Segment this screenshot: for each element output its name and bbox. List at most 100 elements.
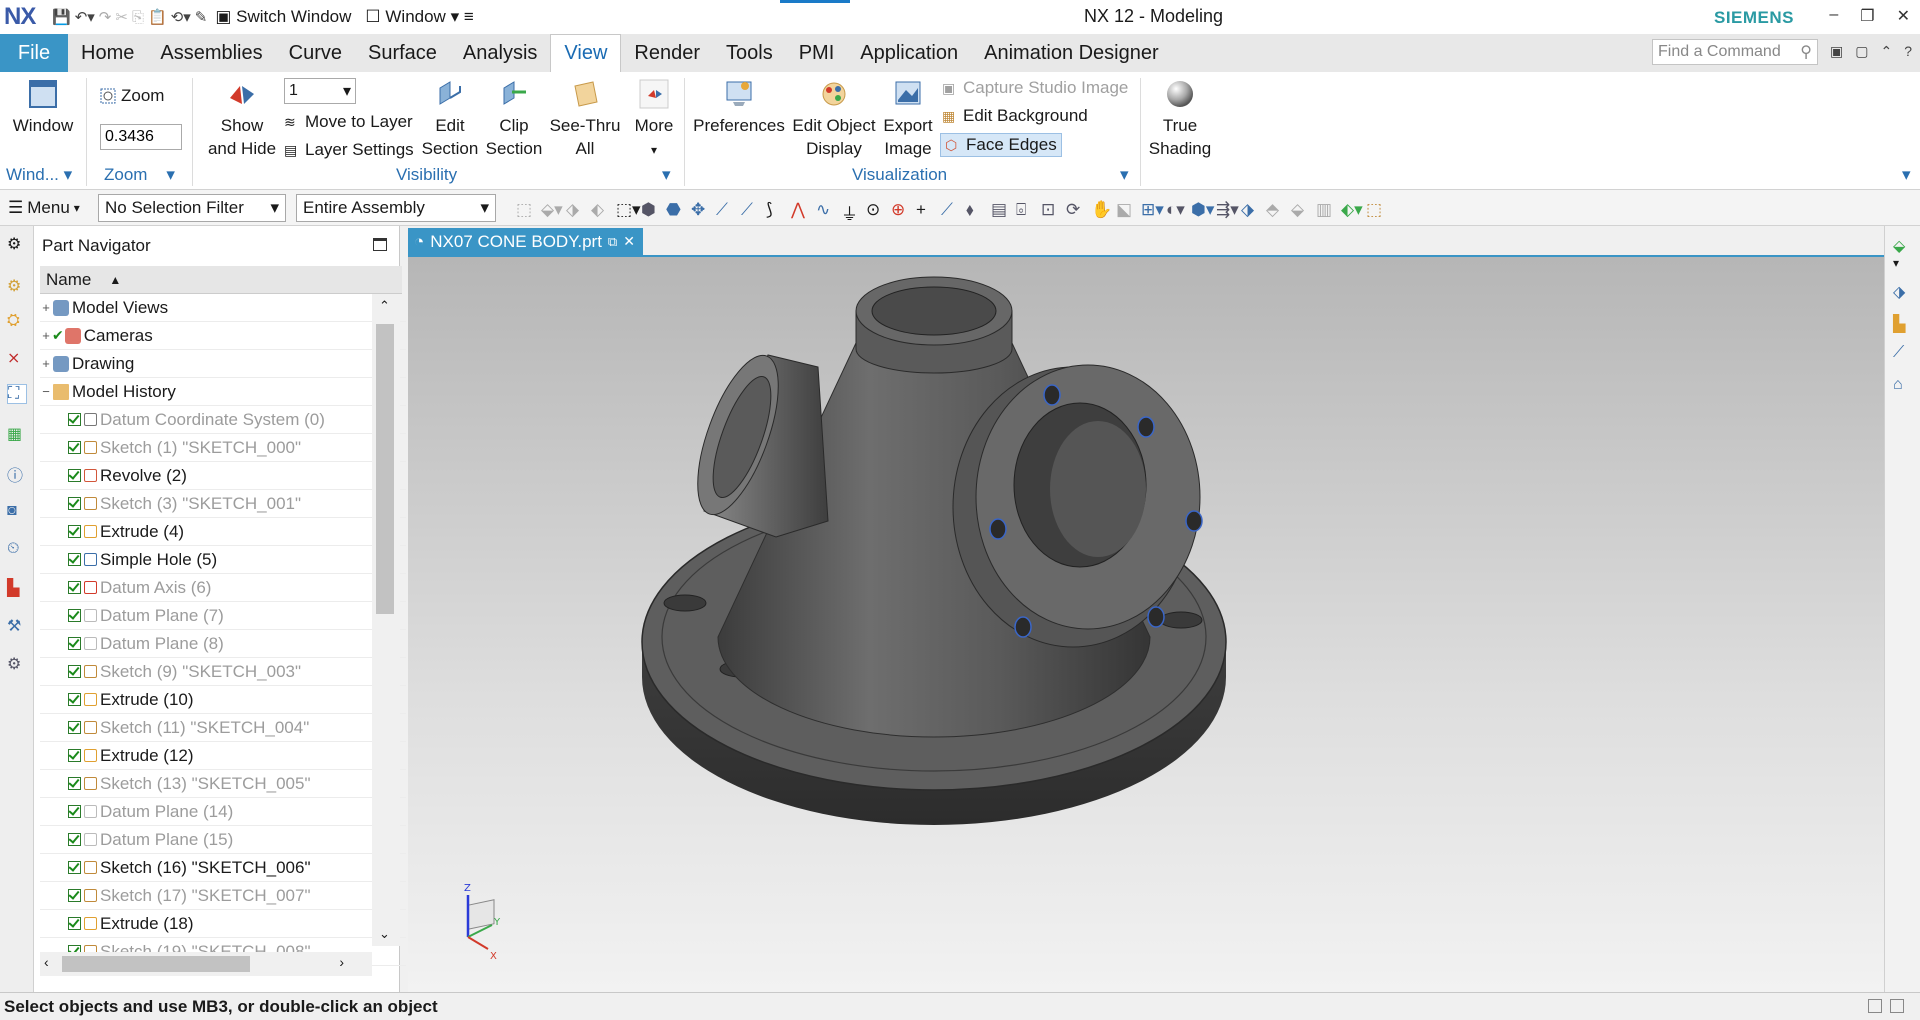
group-visualization-expander[interactable]: ▾: [1120, 165, 1129, 185]
ribbon-options-icon[interactable]: ▣: [1830, 43, 1843, 60]
feature-checkbox[interactable]: [68, 441, 81, 454]
switch-window-button[interactable]: ▣ Switch Window: [215, 7, 351, 27]
restore-ribbon-icon[interactable]: ▢: [1855, 43, 1868, 60]
group-zoom-label[interactable]: Zoom ▾: [104, 165, 175, 185]
background-toolbar-icon[interactable]: ⬖▾: [1341, 200, 1363, 219]
zoom-window-icon[interactable]: ⊡: [1041, 200, 1057, 219]
status-info-icon[interactable]: [1868, 999, 1882, 1013]
orient-view-icon[interactable]: ⊞▾: [1141, 200, 1164, 219]
feature-checkbox[interactable]: [68, 917, 81, 930]
maximize-panel-icon[interactable]: [373, 238, 387, 251]
minimize-button[interactable]: –: [1829, 6, 1838, 26]
layer-toolbar-icon[interactable]: ▥: [1316, 200, 1332, 219]
collapse-ribbon-icon[interactable]: ⌃: [1880, 43, 1892, 60]
face-edges-toggle[interactable]: ⬡ Face Edges: [940, 133, 1062, 157]
vertical-scrollbar[interactable]: ⌃ ⌄: [372, 294, 400, 946]
edit-background-button[interactable]: ▦ Edit Background: [942, 106, 1088, 126]
true-shading-toolbar-icon[interactable]: ⬚: [1366, 200, 1382, 219]
see-thru-all-button[interactable]: See-Thru All: [546, 78, 624, 160]
tree-row[interactable]: Extrude (4): [40, 518, 406, 546]
close-tab-icon[interactable]: ✕: [623, 233, 635, 250]
part-navigator-shortcut-icon[interactable]: ⨯: [7, 348, 27, 368]
select-all-icon[interactable]: ⬗: [566, 200, 582, 219]
group-visibility-label[interactable]: Visibility: [396, 165, 457, 185]
feature-checkbox[interactable]: [68, 749, 81, 762]
tab-curve[interactable]: Curve: [276, 34, 355, 72]
selection-scope-dropdown[interactable]: Entire Assembly ▾: [296, 193, 496, 222]
tree-row[interactable]: Datum Plane (8): [40, 630, 406, 658]
feature-checkbox[interactable]: [68, 553, 81, 566]
tree-row[interactable]: Sketch (17) "SKETCH_007": [40, 882, 406, 910]
rotate-view-icon[interactable]: ⟳: [1066, 200, 1082, 219]
feature-checkbox[interactable]: [68, 693, 81, 706]
feature-checkbox[interactable]: [68, 805, 81, 818]
tree-row[interactable]: Datum Plane (15): [40, 826, 406, 854]
tab-surface[interactable]: Surface: [355, 34, 450, 72]
feature-checkbox[interactable]: [68, 721, 81, 734]
system-scenes-icon[interactable]: ⚙: [7, 654, 27, 674]
bounded-grid-icon[interactable]: ▤: [991, 200, 1007, 219]
tab-render[interactable]: Render: [621, 34, 713, 72]
true-shading-button[interactable]: True Shading: [1146, 78, 1214, 160]
materials-panel-icon[interactable]: ▙: [1893, 314, 1913, 334]
studio-panel-icon[interactable]: ⌂: [1893, 376, 1913, 396]
undock-icon[interactable]: ⧉: [608, 234, 617, 250]
general-select-icon[interactable]: ⬚: [516, 200, 532, 219]
layer-settings-button[interactable]: ▤ Layer Settings: [284, 140, 414, 160]
perspective-icon[interactable]: ⬕: [1116, 200, 1132, 219]
collapse-icon[interactable]: −: [40, 384, 52, 399]
selection-filter-dropdown[interactable]: No Selection Filter ▾: [98, 193, 286, 222]
show-and-hide-button[interactable]: Show and Hide: [200, 78, 284, 160]
assembly-navigator-icon[interactable]: ⚙: [7, 276, 27, 296]
tab-analysis[interactable]: Analysis: [450, 34, 550, 72]
circle-point-icon[interactable]: ⊕: [891, 200, 907, 219]
tree-row[interactable]: Datum Coordinate System (0): [40, 406, 406, 434]
paste-icon[interactable]: 📋: [148, 8, 167, 26]
point-snap-icon[interactable]: ✥: [691, 200, 707, 219]
expand-icon[interactable]: +: [40, 300, 52, 315]
resource-bar-settings-icon[interactable]: ⚙: [7, 234, 27, 254]
tab-animation-designer[interactable]: Animation Designer: [971, 34, 1172, 72]
status-window-icon[interactable]: [1890, 999, 1904, 1013]
curve-point-icon[interactable]: ∿: [816, 200, 832, 219]
roles-icon[interactable]: ⚒: [7, 616, 27, 636]
feature-select-icon[interactable]: ⬢: [641, 200, 657, 219]
feature-checkbox[interactable]: [68, 637, 81, 650]
feature-checkbox[interactable]: [68, 413, 81, 426]
tree-row[interactable]: + Model Views: [40, 294, 406, 322]
view-triad-panel-icon[interactable]: ⬗: [1893, 282, 1913, 302]
export-image-button[interactable]: Export Image: [880, 78, 936, 160]
feature-checkbox[interactable]: [68, 861, 81, 874]
render-style-icon[interactable]: ◐▾: [1166, 200, 1185, 219]
feature-checkbox[interactable]: [68, 525, 81, 538]
edit-section-button[interactable]: Edit Section: [418, 78, 482, 160]
section-toolbar-icon[interactable]: ⬗: [1241, 200, 1257, 219]
hd3d-tools-icon[interactable]: ⓘ: [7, 462, 27, 485]
tree-row[interactable]: Sketch (16) "SKETCH_006": [40, 854, 406, 882]
edit-object-display-button[interactable]: Edit Object Display: [788, 78, 880, 160]
expand-icon[interactable]: +: [40, 328, 52, 343]
horizontal-scrollbar[interactable]: ‹ ›: [40, 952, 372, 976]
horizontal-scroll-thumb[interactable]: [62, 956, 250, 972]
tree-row[interactable]: Sketch (9) "SKETCH_003": [40, 658, 406, 686]
redo-icon[interactable]: ↷: [99, 8, 112, 26]
existing-point-icon[interactable]: +: [916, 200, 932, 219]
restore-button[interactable]: ❐: [1860, 6, 1874, 26]
pan-view-icon[interactable]: ✋: [1091, 200, 1112, 219]
point-on-face-icon[interactable]: ⬧: [966, 200, 982, 219]
window-button[interactable]: Window: [8, 78, 78, 137]
capture-studio-image-button[interactable]: ▣ Capture Studio Image: [942, 78, 1128, 98]
tab-assemblies[interactable]: Assemblies: [147, 34, 275, 72]
tree-row[interactable]: Datum Plane (14): [40, 798, 406, 826]
tab-home[interactable]: Home: [68, 34, 147, 72]
feature-checkbox[interactable]: [68, 609, 81, 622]
vertical-scroll-thumb[interactable]: [376, 324, 394, 614]
preferences-button[interactable]: Preferences: [692, 78, 786, 137]
graphics-window-tab[interactable]: ◔ NX07 CONE BODY.prt ⧉ ✕: [408, 228, 643, 255]
repeat-command-icon[interactable]: ⟲▾: [171, 8, 191, 26]
window-menu-button[interactable]: ☐ Window ▾ ≡: [365, 7, 473, 27]
scroll-right-icon[interactable]: ›: [339, 954, 344, 970]
chevron-down-icon[interactable]: ▾: [1893, 256, 1913, 276]
tree-row[interactable]: Extrude (10): [40, 686, 406, 714]
clip-toolbar-icon[interactable]: ⬘: [1266, 200, 1282, 219]
